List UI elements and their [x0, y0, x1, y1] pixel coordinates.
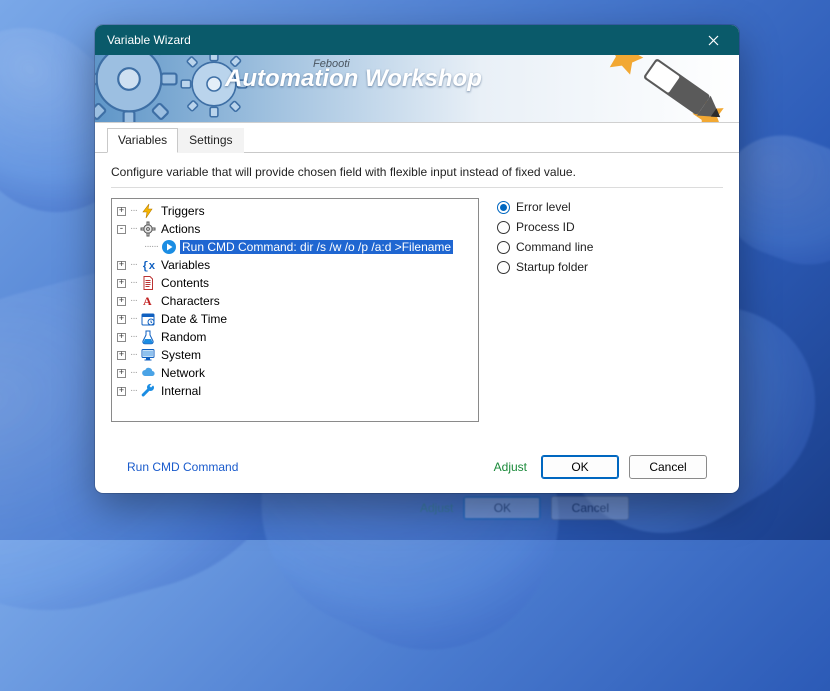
- cancel-button[interactable]: Cancel: [629, 455, 707, 479]
- calendar-icon: [140, 311, 156, 327]
- tree-label: Actions: [159, 222, 202, 236]
- tab-settings[interactable]: Settings: [178, 128, 243, 153]
- expand-icon[interactable]: +: [117, 315, 126, 324]
- radio-icon: [497, 261, 510, 274]
- radio-process-id[interactable]: Process ID: [497, 220, 593, 234]
- category-tree[interactable]: +··· Triggers -··· Actions ······ Run CM…: [111, 198, 479, 422]
- gear-small-icon: [140, 221, 156, 237]
- cloud-icon: [140, 365, 156, 381]
- tree-item-system[interactable]: +··· System: [112, 346, 478, 364]
- ok-button[interactable]: OK: [541, 455, 619, 479]
- tree-label: Internal: [159, 384, 203, 398]
- tree-item-network[interactable]: +··· Network: [112, 364, 478, 382]
- adjust-link[interactable]: Adjust: [494, 460, 527, 474]
- dialog-window: Variable Wizard: [95, 25, 739, 493]
- tree-label-selected: Run CMD Command: dir /s /w /o /p /a:d >F…: [180, 240, 453, 254]
- play-icon: [161, 239, 177, 255]
- dialog-footer: Run CMD Command Adjust OK Cancel: [111, 445, 723, 493]
- tree-label: Date & Time: [159, 312, 229, 326]
- brand-title: Automation Workshop: [225, 65, 482, 93]
- expand-icon[interactable]: +: [117, 297, 126, 306]
- close-button[interactable]: [693, 27, 733, 53]
- window-title: Variable Wizard: [107, 33, 693, 47]
- tree-label: Triggers: [159, 204, 207, 218]
- radio-label: Error level: [516, 200, 571, 214]
- tree-label: Characters: [159, 294, 222, 308]
- background-dialog-footer: Adjust OK Cancel: [420, 496, 629, 520]
- gear-icon: [95, 55, 183, 123]
- tree-label: Variables: [159, 258, 212, 272]
- radio-label: Startup folder: [516, 260, 588, 274]
- title-bar: Variable Wizard: [95, 25, 739, 55]
- wrench-icon: [140, 383, 156, 399]
- radio-icon: [497, 241, 510, 254]
- adjust-link-shadow: Adjust: [420, 501, 453, 515]
- ok-button-shadow: OK: [463, 496, 541, 520]
- close-icon: [708, 35, 719, 46]
- description-text: Configure variable that will provide cho…: [111, 163, 723, 188]
- content-area: Configure variable that will provide cho…: [95, 153, 739, 493]
- tree-item-contents[interactable]: +··· Contents: [112, 274, 478, 292]
- expand-icon[interactable]: +: [117, 207, 126, 216]
- tree-label: System: [159, 348, 203, 362]
- banner: Febooti Automation Workshop: [95, 55, 739, 123]
- tree-label: Random: [159, 330, 208, 344]
- tree-item-actions[interactable]: -··· Actions: [112, 220, 478, 238]
- document-icon: [140, 275, 156, 291]
- radio-icon: [497, 221, 510, 234]
- radio-label: Process ID: [516, 220, 575, 234]
- tree-item-random[interactable]: +··· Random: [112, 328, 478, 346]
- expand-icon[interactable]: +: [117, 333, 126, 342]
- tree-item-variables[interactable]: +··· {x} Variables: [112, 256, 478, 274]
- brackets-icon: {x}: [140, 257, 156, 273]
- tree-item-triggers[interactable]: +··· Triggers: [112, 202, 478, 220]
- radio-startup-folder[interactable]: Startup folder: [497, 260, 593, 274]
- radio-error-level[interactable]: Error level: [497, 200, 593, 214]
- help-link[interactable]: Run CMD Command: [127, 460, 238, 474]
- radio-label: Command line: [516, 240, 593, 254]
- expand-icon[interactable]: +: [117, 279, 126, 288]
- tree-label: Network: [159, 366, 207, 380]
- pencil-icon: [625, 55, 735, 123]
- expand-icon[interactable]: +: [117, 261, 126, 270]
- expand-icon[interactable]: +: [117, 369, 126, 378]
- expand-icon[interactable]: +: [117, 351, 126, 360]
- radio-command-line[interactable]: Command line: [497, 240, 593, 254]
- cancel-button-shadow: Cancel: [551, 496, 629, 520]
- expand-icon[interactable]: +: [117, 387, 126, 396]
- tree-item-internal[interactable]: +··· Internal: [112, 382, 478, 400]
- tab-bar: Variables Settings: [95, 123, 739, 153]
- radio-icon: [497, 201, 510, 214]
- monitor-icon: [140, 347, 156, 363]
- options-group: Error level Process ID Command line Star…: [497, 198, 593, 445]
- lightning-icon: [140, 203, 156, 219]
- tree-item-characters[interactable]: +··· A Characters: [112, 292, 478, 310]
- tree-item-datetime[interactable]: +··· Date & Time: [112, 310, 478, 328]
- tree-item-run-cmd[interactable]: ······ Run CMD Command: dir /s /w /o /p …: [112, 238, 478, 256]
- letter-a-icon: A: [140, 293, 156, 309]
- collapse-icon[interactable]: -: [117, 225, 126, 234]
- svg-text:{x}: {x}: [142, 261, 156, 273]
- flask-icon: [140, 329, 156, 345]
- svg-text:A: A: [143, 294, 152, 308]
- tree-label: Contents: [159, 276, 211, 290]
- tab-variables[interactable]: Variables: [107, 128, 178, 153]
